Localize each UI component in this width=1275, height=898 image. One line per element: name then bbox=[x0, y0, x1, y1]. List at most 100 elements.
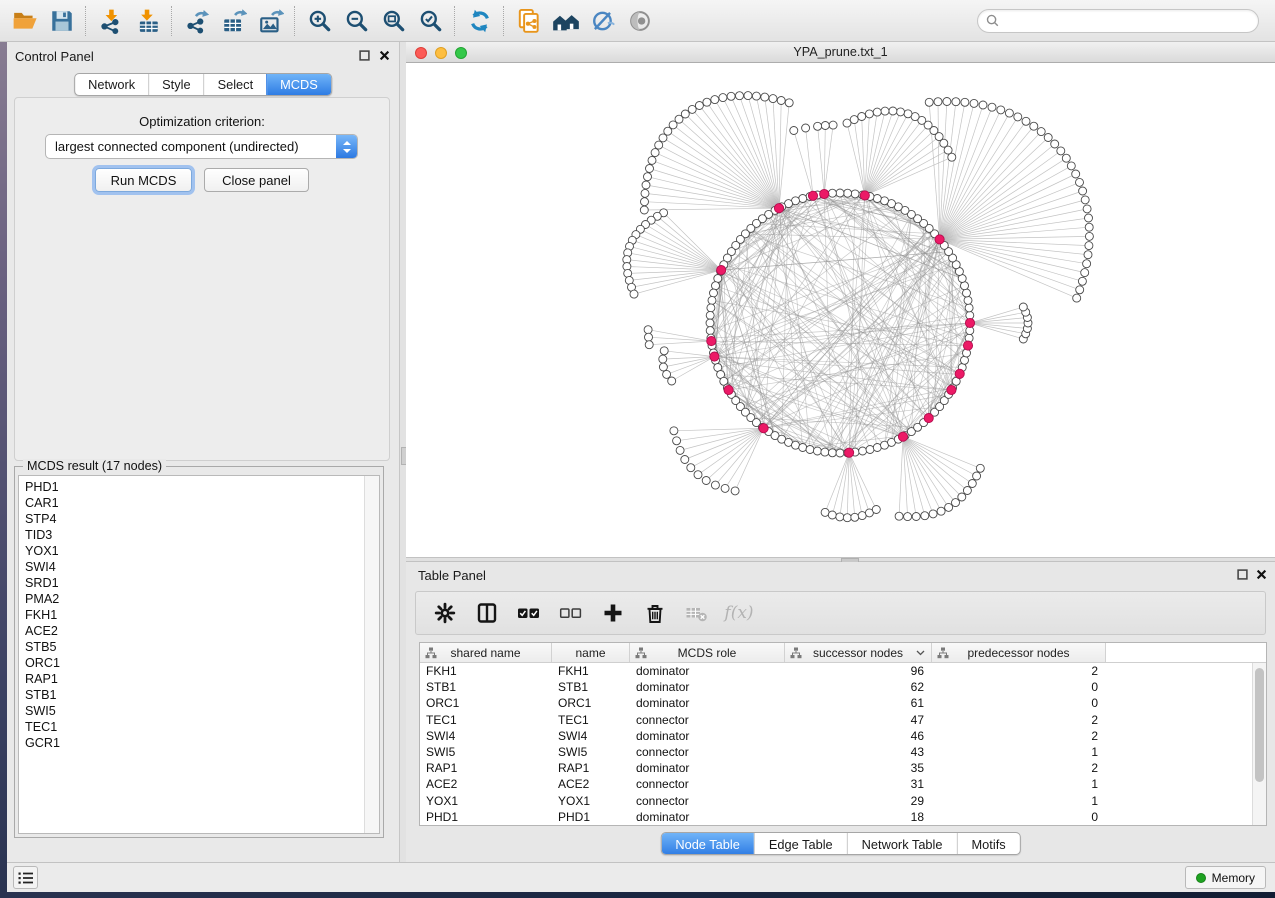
graph-leaf-node[interactable] bbox=[1014, 113, 1022, 121]
graph-leaf-node[interactable] bbox=[976, 464, 984, 472]
table-cell[interactable]: TEC1 bbox=[420, 713, 552, 727]
graph-node[interactable] bbox=[712, 282, 720, 290]
scrollbar-thumb[interactable] bbox=[1255, 668, 1264, 782]
table-cell[interactable]: STB1 bbox=[552, 680, 630, 694]
table-cell[interactable]: FKH1 bbox=[552, 664, 630, 678]
network-canvas[interactable] bbox=[406, 63, 1275, 557]
graph-leaf-node[interactable] bbox=[1083, 205, 1091, 213]
table-cell[interactable]: ORC1 bbox=[420, 696, 552, 710]
graph-node[interactable] bbox=[851, 190, 859, 198]
graph-leaf-node[interactable] bbox=[1085, 214, 1093, 222]
graph-leaf-node[interactable] bbox=[850, 116, 858, 124]
graph-leaf-node[interactable] bbox=[937, 507, 945, 515]
graph-leaf-node[interactable] bbox=[1081, 196, 1089, 204]
graph-leaf-node[interactable] bbox=[904, 110, 912, 118]
graph-node[interactable] bbox=[836, 449, 844, 457]
table-cell[interactable]: 47 bbox=[785, 713, 932, 727]
graph-leaf-node[interactable] bbox=[688, 105, 696, 113]
close-panel-button-mcds[interactable]: Close panel bbox=[204, 168, 309, 192]
graph-leaf-node[interactable] bbox=[912, 513, 920, 521]
tab-select[interactable]: Select bbox=[204, 74, 267, 95]
graph-leaf-node[interactable] bbox=[1079, 187, 1087, 195]
graph-leaf-node[interactable] bbox=[659, 355, 667, 363]
graph-leaf-node[interactable] bbox=[958, 493, 966, 501]
graph-leaf-node[interactable] bbox=[851, 513, 859, 521]
mcds-node[interactable] bbox=[947, 385, 956, 394]
criterion-select[interactable]: largest connected component (undirected) bbox=[45, 134, 358, 159]
graph-leaf-node[interactable] bbox=[641, 198, 649, 206]
graph-leaf-node[interactable] bbox=[644, 173, 652, 181]
search-field[interactable] bbox=[977, 9, 1259, 33]
graph-leaf-node[interactable] bbox=[1085, 223, 1093, 231]
graph-leaf-node[interactable] bbox=[997, 106, 1005, 114]
table-row[interactable]: SWI5SWI5connector431 bbox=[420, 744, 1252, 760]
zoom-selected-button[interactable] bbox=[412, 4, 449, 38]
eye-button[interactable] bbox=[621, 4, 658, 38]
export-table-button[interactable] bbox=[215, 4, 252, 38]
graph-leaf-node[interactable] bbox=[828, 511, 836, 519]
zoom-fit-button[interactable] bbox=[375, 4, 412, 38]
graph-leaf-node[interactable] bbox=[1085, 232, 1093, 240]
graph-leaf-node[interactable] bbox=[895, 512, 903, 520]
table-cell[interactable]: connector bbox=[630, 794, 785, 808]
table-cell[interactable]: RAP1 bbox=[420, 761, 552, 775]
graph-leaf-node[interactable] bbox=[659, 134, 667, 142]
table-cell[interactable]: SWI5 bbox=[552, 745, 630, 759]
mcds-node[interactable] bbox=[860, 191, 869, 200]
graph-leaf-node[interactable] bbox=[1067, 162, 1075, 170]
import-table-button[interactable] bbox=[129, 4, 166, 38]
graph-leaf-node[interactable] bbox=[843, 119, 851, 127]
graph-node[interactable] bbox=[710, 289, 718, 297]
network-window-titlebar[interactable]: YPA_prune.txt_1 bbox=[406, 42, 1275, 63]
table-cell[interactable]: 61 bbox=[785, 696, 932, 710]
table-cell[interactable]: connector bbox=[630, 745, 785, 759]
close-table-panel-button[interactable] bbox=[1255, 568, 1268, 581]
graph-leaf-node[interactable] bbox=[929, 510, 937, 518]
table-cell[interactable]: 18 bbox=[785, 810, 932, 824]
graph-leaf-node[interactable] bbox=[843, 514, 851, 522]
graph-leaf-node[interactable] bbox=[721, 484, 729, 492]
tab-style[interactable]: Style bbox=[148, 74, 203, 95]
table-cell[interactable]: dominator bbox=[630, 664, 785, 678]
list-item[interactable]: FKH1 bbox=[19, 607, 364, 623]
graph-leaf-node[interactable] bbox=[945, 503, 953, 511]
graph-node[interactable] bbox=[963, 289, 971, 297]
graph-leaf-node[interactable] bbox=[702, 477, 710, 485]
graph-leaf-node[interactable] bbox=[785, 99, 793, 107]
list-item[interactable]: GCR1 bbox=[19, 735, 364, 751]
mcds-node[interactable] bbox=[935, 235, 944, 244]
table-cell[interactable]: SWI4 bbox=[552, 729, 630, 743]
list-item[interactable]: SRD1 bbox=[19, 575, 364, 591]
list-item[interactable]: TID3 bbox=[19, 527, 364, 543]
float-table-panel-button[interactable] bbox=[1236, 568, 1249, 581]
table-cell[interactable]: 0 bbox=[932, 680, 1106, 694]
table-cell[interactable]: ORC1 bbox=[552, 696, 630, 710]
graph-leaf-node[interactable] bbox=[655, 141, 663, 149]
graph-leaf-node[interactable] bbox=[694, 471, 702, 479]
export-web-button[interactable] bbox=[510, 4, 547, 38]
graph-leaf-node[interactable] bbox=[711, 481, 719, 489]
table-cell[interactable]: dominator bbox=[630, 810, 785, 824]
import-network-button[interactable] bbox=[92, 4, 129, 38]
table-cell[interactable]: dominator bbox=[630, 761, 785, 775]
column-header-mcds-role[interactable]: MCDS role bbox=[630, 643, 785, 662]
graph-node[interactable] bbox=[828, 449, 836, 457]
graph-leaf-node[interactable] bbox=[769, 95, 777, 103]
graph-leaf-node[interactable] bbox=[727, 92, 735, 100]
graph-leaf-node[interactable] bbox=[630, 290, 638, 298]
table-cell[interactable]: PHD1 bbox=[552, 810, 630, 824]
table-cell[interactable]: 2 bbox=[932, 761, 1106, 775]
graph-node[interactable] bbox=[828, 189, 836, 197]
select-all-button[interactable] bbox=[516, 600, 542, 626]
mcds-node[interactable] bbox=[924, 414, 933, 423]
table-cell[interactable]: RAP1 bbox=[552, 761, 630, 775]
tab-mcds[interactable]: MCDS bbox=[266, 74, 331, 95]
graph-leaf-node[interactable] bbox=[645, 333, 653, 341]
table-cell[interactable]: ACE2 bbox=[420, 777, 552, 791]
graph-leaf-node[interactable] bbox=[829, 121, 837, 129]
save-session-button[interactable] bbox=[43, 4, 80, 38]
graph-node[interactable] bbox=[813, 447, 821, 455]
graph-node[interactable] bbox=[821, 448, 829, 456]
list-item[interactable]: STP4 bbox=[19, 511, 364, 527]
table-cell[interactable]: 96 bbox=[785, 664, 932, 678]
